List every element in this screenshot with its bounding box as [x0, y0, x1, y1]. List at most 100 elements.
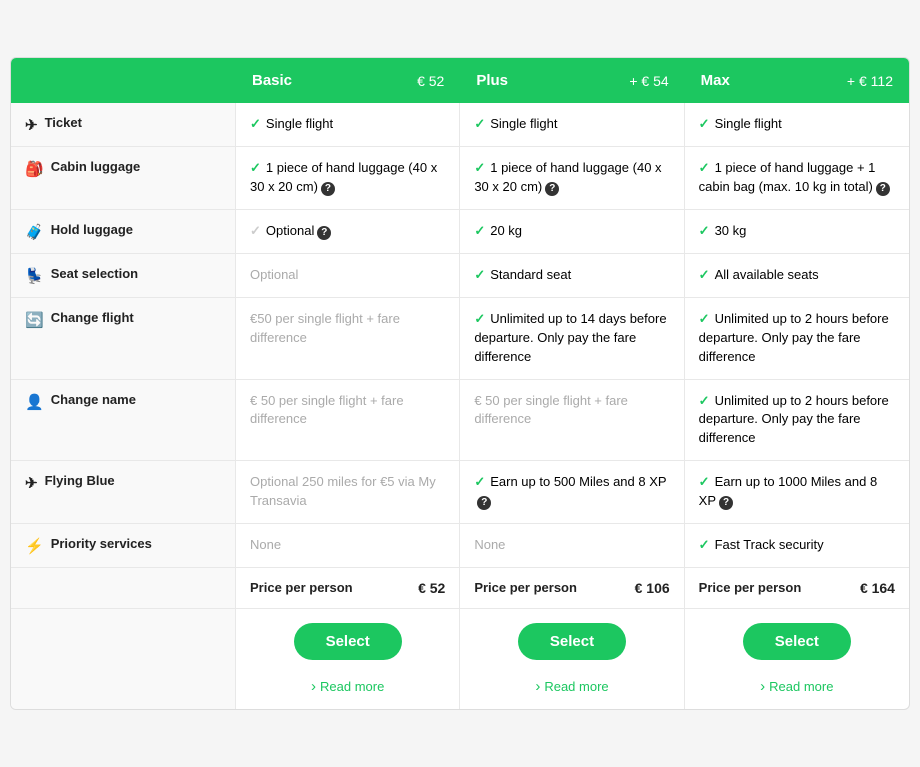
value-cell-0-2: ✓Single flight — [685, 103, 909, 147]
header-basic: Basic € 52 — [236, 58, 460, 103]
value-cell-7-2: ✓Fast Track security — [685, 524, 909, 568]
feature-label-text-2: Hold luggage — [51, 222, 133, 237]
read-more-label-empty — [11, 674, 236, 709]
value-cell-0-0: ✓Single flight — [236, 103, 460, 147]
price-max: Price per person € 164 — [685, 568, 909, 609]
feature-row-3: 💺Seat selectionOptional✓Standard seat✓Al… — [11, 254, 909, 298]
check-icon-0-2: ✓ — [699, 116, 710, 131]
label-cell-6: ✈ Flying Blue — [11, 461, 236, 524]
help-icon-2-0[interactable]: ? — [317, 226, 331, 240]
read-more-max-cell: Read more — [685, 674, 909, 709]
check-icon-6-1: ✓ — [474, 474, 485, 489]
value-cell-5-0: € 50 per single flight + fare difference — [236, 380, 460, 462]
read-more-plus-cell: Read more — [460, 674, 684, 709]
check-icon-1-2: ✓ — [699, 160, 710, 175]
feature-label-text-4: Change flight — [51, 310, 134, 325]
value-cell-4-1: ✓Unlimited up to 14 days before departur… — [460, 298, 684, 380]
feature-row-4: 🔄 Change flight €50 per single flight + fa… — [11, 298, 909, 380]
select-plus-cell: Select — [460, 609, 684, 674]
value-cell-6-1: ✓Earn up to 500 Miles and 8 XP? — [460, 461, 684, 524]
feature-label-text-0: Ticket — [45, 115, 82, 130]
value-cell-1-1: ✓1 piece of hand luggage (40 x 30 x 20 c… — [460, 147, 684, 210]
header-label-col — [11, 58, 236, 103]
value-cell-2-2: ✓30 kg — [685, 210, 909, 254]
check-icon-5-2: ✓ — [699, 393, 710, 408]
label-cell-7: ⚡ Priority services — [11, 524, 236, 568]
value-cell-5-1: € 50 per single flight + fare difference — [460, 380, 684, 462]
check-icon-6-2: ✓ — [699, 474, 710, 489]
feature-icon-5: 👤 — [25, 393, 44, 411]
pricing-table: Basic € 52 Plus + € 54 Max + € 112 ✈ Tick… — [10, 57, 910, 709]
label-cell-5: 👤 Change name — [11, 380, 236, 462]
plus-plan-price: + € 54 — [629, 73, 668, 89]
feature-label-text-5: Change name — [51, 392, 136, 407]
value-cell-1-2: ✓1 piece of hand luggage + 1 cabin bag (… — [685, 147, 909, 210]
price-basic: Price per person € 52 — [236, 568, 460, 609]
feature-label-text-7: Priority services — [51, 536, 152, 551]
header-plus: Plus + € 54 — [460, 58, 684, 103]
basic-plan-name: Basic — [252, 72, 292, 89]
check-icon-3-2: ✓ — [699, 267, 710, 282]
select-label-empty — [11, 609, 236, 674]
check-icon-0-1: ✓ — [474, 116, 485, 131]
select-basic-cell: Select — [236, 609, 460, 674]
value-cell-3-1: ✓Standard seat — [460, 254, 684, 298]
price-label-empty — [11, 568, 236, 609]
feature-row-1: 🎒 Cabin luggage ✓1 piece of hand luggage (… — [11, 147, 909, 210]
value-cell-4-0: €50 per single flight + fare difference — [236, 298, 460, 380]
check-icon-2-2: ✓ — [699, 223, 710, 238]
check-icon-1-1: ✓ — [474, 160, 485, 175]
value-cell-4-2: ✓Unlimited up to 2 hours before departur… — [685, 298, 909, 380]
value-cell-3-2: ✓All available seats — [685, 254, 909, 298]
read-more-basic-link[interactable]: Read more — [311, 679, 384, 694]
check-icon-4-2: ✓ — [699, 311, 710, 326]
max-plan-name: Max — [701, 72, 730, 89]
basic-plan-price: € 52 — [417, 73, 444, 89]
select-basic-button[interactable]: Select — [294, 623, 402, 660]
value-cell-0-1: ✓Single flight — [460, 103, 684, 147]
read-more-basic-cell: Read more — [236, 674, 460, 709]
feature-icon-1: 🎒 — [25, 160, 44, 178]
feature-row-2: 🧳Hold luggage✓Optional?✓20 kg✓30 kg — [11, 210, 909, 254]
check-icon-2-1: ✓ — [474, 223, 485, 238]
price-plus: Price per person € 106 — [460, 568, 684, 609]
feature-icon-2: 🧳 — [25, 223, 44, 241]
check-icon-4-1: ✓ — [474, 311, 485, 326]
help-icon-6-1[interactable]: ? — [477, 496, 491, 510]
feature-row-0: ✈Ticket✓Single flight✓Single flight✓Sing… — [11, 103, 909, 147]
feature-row-7: ⚡Priority servicesNoneNone✓Fast Track se… — [11, 524, 909, 568]
header-max: Max + € 112 — [685, 58, 909, 103]
check-icon-1-0: ✓ — [250, 160, 261, 175]
feature-icon-4: 🔄 — [25, 311, 44, 329]
check-icon-3-1: ✓ — [474, 267, 485, 282]
value-cell-1-0: ✓1 piece of hand luggage (40 x 30 x 20 c… — [236, 147, 460, 210]
select-plus-button[interactable]: Select — [518, 623, 626, 660]
price-grid: Price per person € 52 Price per person €… — [11, 568, 909, 609]
help-icon-6-2[interactable]: ? — [719, 496, 733, 510]
price-max-amount: € 164 — [860, 580, 895, 596]
value-cell-6-0: Optional 250 miles for €5 via My Transav… — [236, 461, 460, 524]
label-cell-2: 🧳 Hold luggage — [11, 210, 236, 254]
price-basic-amount: € 52 — [418, 580, 445, 596]
value-cell-6-2: ✓Earn up to 1000 Miles and 8 XP? — [685, 461, 909, 524]
price-plus-amount: € 106 — [635, 580, 670, 596]
help-icon-1-2[interactable]: ? — [876, 182, 890, 196]
price-per-person-plus-label: Price per person — [474, 580, 577, 595]
select-max-button[interactable]: Select — [743, 623, 851, 660]
label-cell-1: 🎒 Cabin luggage — [11, 147, 236, 210]
feature-icon-7: ⚡ — [25, 537, 44, 555]
feature-label-text-1: Cabin luggage — [51, 159, 141, 174]
plus-plan-name: Plus — [476, 72, 508, 89]
feature-row-6: ✈ Flying Blue Optional 250 miles for €5 vi… — [11, 461, 909, 524]
select-grid: Select Select Select — [11, 609, 909, 674]
help-icon-1-0[interactable]: ? — [321, 182, 335, 196]
value-cell-3-0: Optional — [236, 254, 460, 298]
read-more-max-link[interactable]: Read more — [760, 679, 833, 694]
table-grid: Basic € 52 Plus + € 54 Max + € 112 — [11, 58, 909, 103]
feature-icon-6: ✈ — [25, 474, 38, 492]
value-cell-2-0: ✓Optional? — [236, 210, 460, 254]
read-more-plus-link[interactable]: Read more — [535, 679, 608, 694]
feature-label-text-6: Flying Blue — [45, 473, 115, 488]
help-icon-1-1[interactable]: ? — [545, 182, 559, 196]
feature-icon-3: 💺 — [25, 267, 44, 285]
